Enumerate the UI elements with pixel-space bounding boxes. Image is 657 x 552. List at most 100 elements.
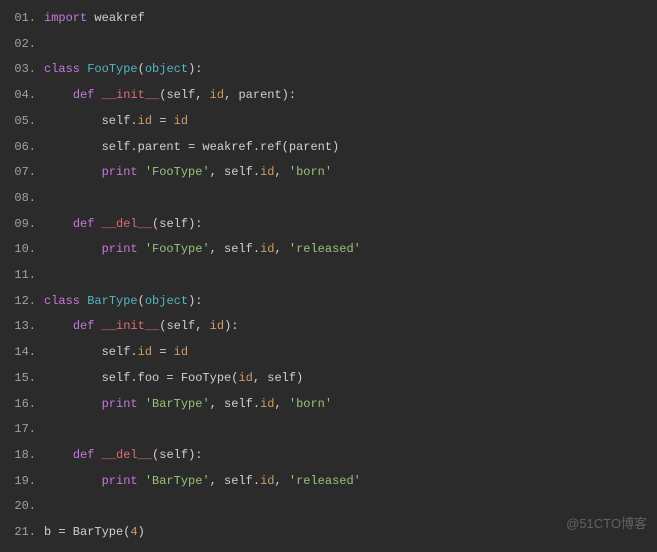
token-kw: print (102, 397, 138, 411)
line-number: 03. (0, 57, 44, 83)
token-plain (44, 217, 73, 231)
token-magic: __init__ (102, 88, 160, 102)
line-number: 11. (0, 263, 44, 289)
token-plain: , (274, 474, 288, 488)
code-line[interactable]: 11. (0, 263, 657, 289)
token-kw: print (102, 474, 138, 488)
code-line[interactable]: 07. print 'FooType', self.id, 'born' (0, 160, 657, 186)
token-idp: id (260, 397, 274, 411)
token-magic: __del__ (102, 217, 152, 231)
token-kw: import (44, 11, 87, 25)
token-plain: , self. (210, 397, 260, 411)
code-line[interactable]: 01.import weakref (0, 6, 657, 32)
token-self: self (159, 217, 188, 231)
token-plain: , self. (210, 242, 260, 256)
token-plain (44, 474, 102, 488)
token-builtin: object (145, 62, 188, 76)
line-number: 12. (0, 289, 44, 315)
token-plain (44, 242, 102, 256)
line-number: 13. (0, 314, 44, 340)
line-number: 02. (0, 32, 44, 58)
token-plain (44, 165, 102, 179)
token-punct: ( (138, 62, 145, 76)
code-line[interactable]: 06. self.parent = weakref.ref(parent) (0, 135, 657, 161)
token-punct: ( (138, 294, 145, 308)
token-plain (94, 88, 101, 102)
token-idp: id (210, 88, 224, 102)
token-punct: , (195, 88, 209, 102)
code-content[interactable]: self.id = id (44, 340, 188, 366)
token-punct: ): (282, 88, 296, 102)
token-punct: ): (188, 62, 202, 76)
token-str: 'released' (289, 242, 361, 256)
code-line[interactable]: 08. (0, 186, 657, 212)
token-idp: id (174, 345, 188, 359)
code-content[interactable]: def __init__(self, id, parent): (44, 83, 296, 109)
token-punct: ): (224, 319, 238, 333)
token-builtin: object (145, 294, 188, 308)
code-content[interactable]: self.id = id (44, 109, 188, 135)
line-number: 16. (0, 392, 44, 418)
code-line[interactable]: 03.class FooType(object): (0, 57, 657, 83)
line-number: 04. (0, 83, 44, 109)
token-punct: ): (188, 294, 202, 308)
code-line[interactable]: 21.b = BarType(4) (0, 520, 657, 546)
token-kw: def (73, 217, 95, 231)
code-line[interactable]: 20. (0, 494, 657, 520)
token-self: self (166, 88, 195, 102)
code-line[interactable]: 17. (0, 417, 657, 443)
token-idp: id (260, 474, 274, 488)
token-plain (94, 217, 101, 231)
token-plain: , self. (210, 165, 260, 179)
token-plain: self. (44, 345, 138, 359)
token-plain (44, 397, 102, 411)
code-line[interactable]: 18. def __del__(self): (0, 443, 657, 469)
token-plain: , (274, 242, 288, 256)
code-content[interactable]: def __del__(self): (44, 212, 202, 238)
line-number: 17. (0, 417, 44, 443)
code-line[interactable]: 02. (0, 32, 657, 58)
line-number: 15. (0, 366, 44, 392)
line-number: 21. (0, 520, 44, 546)
token-punct: , (195, 319, 209, 333)
token-plain: = (152, 345, 174, 359)
token-kw: class (44, 62, 80, 76)
token-idp: id (174, 114, 188, 128)
token-idp: id (260, 242, 274, 256)
code-line[interactable]: 14. self.id = id (0, 340, 657, 366)
code-content[interactable]: print 'BarType', self.id, 'born' (44, 392, 332, 418)
code-content[interactable]: print 'BarType', self.id, 'released' (44, 469, 361, 495)
code-content[interactable]: b = BarType(4) (44, 520, 145, 546)
token-str: 'born' (289, 397, 332, 411)
code-content[interactable]: self.foo = FooType(id, self) (44, 366, 303, 392)
code-line[interactable]: 05. self.id = id (0, 109, 657, 135)
code-content[interactable]: class FooType(object): (44, 57, 202, 83)
code-line[interactable]: 04. def __init__(self, id, parent): (0, 83, 657, 109)
code-line[interactable]: 09. def __del__(self): (0, 212, 657, 238)
token-plain: b = BarType( (44, 525, 130, 539)
token-idp: id (138, 345, 152, 359)
token-plain: self.foo = FooType( (44, 371, 238, 385)
token-idp: id (238, 371, 252, 385)
token-plain: , (274, 397, 288, 411)
code-content[interactable]: def __init__(self, id): (44, 314, 238, 340)
code-content[interactable]: self.parent = weakref.ref(parent) (44, 135, 339, 161)
token-plain (138, 165, 145, 179)
code-line[interactable]: 16. print 'BarType', self.id, 'born' (0, 392, 657, 418)
code-content[interactable]: class BarType(object): (44, 289, 202, 315)
token-plain: , (274, 165, 288, 179)
code-content[interactable]: print 'FooType', self.id, 'released' (44, 237, 361, 263)
code-line[interactable]: 12.class BarType(object): (0, 289, 657, 315)
code-line[interactable]: 10. print 'FooType', self.id, 'released' (0, 237, 657, 263)
code-content[interactable]: def __del__(self): (44, 443, 202, 469)
token-plain: weakref (87, 11, 145, 25)
token-plain (94, 448, 101, 462)
code-line[interactable]: 13. def __init__(self, id): (0, 314, 657, 340)
code-line[interactable]: 15. self.foo = FooType(id, self) (0, 366, 657, 392)
line-number: 05. (0, 109, 44, 135)
code-editor[interactable]: 01.import weakref02.03.class FooType(obj… (0, 0, 657, 552)
code-content[interactable]: import weakref (44, 6, 145, 32)
code-content[interactable]: print 'FooType', self.id, 'born' (44, 160, 332, 186)
code-line[interactable]: 19. print 'BarType', self.id, 'released' (0, 469, 657, 495)
token-punct: ): (188, 217, 202, 231)
